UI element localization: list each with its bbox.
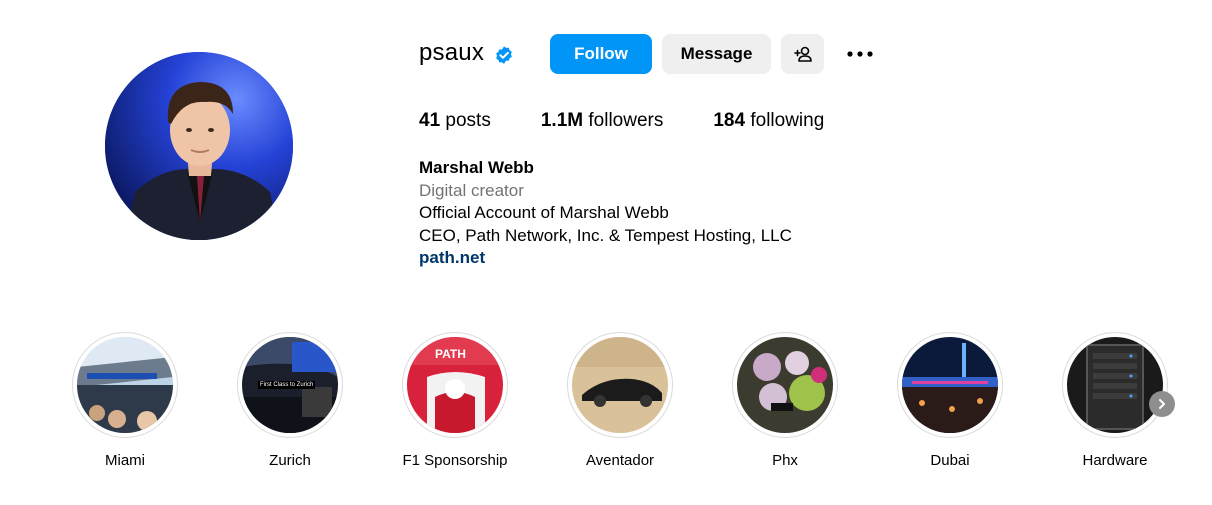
highlight-thumbnail	[77, 337, 173, 433]
following-count: 184	[713, 110, 746, 131]
profile-stats: 41 posts 1.1M followers 184 following	[419, 110, 874, 132]
bio-link[interactable]: path.net	[419, 247, 792, 270]
profile-username: psaux	[419, 39, 485, 66]
more-options-icon	[847, 51, 873, 57]
highlight-f1-sponsorship[interactable]: PATH F1 Sponsorship	[402, 332, 508, 469]
highlight-ring[interactable]: First Class to Zurich	[237, 332, 343, 438]
highlight-overlay-text: First Class to Zurich	[258, 381, 316, 389]
highlight-thumbnail	[902, 337, 998, 433]
highlight-overlay-text: PATH	[435, 347, 466, 361]
highlight-aventador[interactable]: Aventador	[567, 332, 673, 469]
followers-stat[interactable]: 1.1M followers	[541, 110, 664, 132]
followers-count: 1.1M	[540, 110, 584, 131]
highlight-label: Dubai	[930, 452, 970, 469]
chevron-right-icon	[1159, 399, 1165, 409]
highlight-label: Hardware	[1082, 452, 1148, 469]
highlight-label: Aventador	[585, 452, 655, 469]
highlight-ring[interactable]	[567, 332, 673, 438]
more-options-button[interactable]	[840, 42, 880, 66]
highlight-ring[interactable]	[1062, 332, 1168, 438]
bio-line-1: Official Account of Marshal Webb	[419, 203, 669, 222]
highlight-thumbnail	[737, 337, 833, 433]
profile-category: Digital creator	[419, 180, 524, 200]
highlight-label: Miami	[105, 452, 145, 469]
profile-bio: Marshal Webb Digital creator Official Ac…	[419, 157, 792, 270]
add-user-button[interactable]	[781, 34, 824, 74]
highlight-hardware[interactable]: Hardware	[1062, 332, 1168, 469]
profile-avatar[interactable]	[105, 52, 293, 240]
story-highlights: Miami First Class to Zurich Zurich PATH …	[72, 332, 1182, 482]
highlight-thumbnail	[572, 337, 668, 433]
highlight-phx[interactable]: Phx	[732, 332, 838, 469]
add-user-icon	[793, 46, 812, 62]
highlight-zurich[interactable]: First Class to Zurich Zurich	[237, 332, 343, 469]
highlight-miami[interactable]: Miami	[72, 332, 178, 469]
highlight-thumbnail: PATH	[407, 337, 503, 433]
highlight-ring[interactable]	[72, 332, 178, 438]
highlight-label: Zurich	[269, 452, 311, 469]
profile-full-name: Marshal Webb	[419, 158, 534, 177]
highlight-thumbnail	[1067, 337, 1163, 433]
follow-button[interactable]: Follow	[550, 34, 652, 74]
highlight-label: F1 Sponsorship	[402, 452, 508, 469]
posts-stat: 41 posts	[419, 110, 491, 132]
following-stat[interactable]: 184 following	[713, 110, 824, 132]
highlights-next-button[interactable]	[1149, 391, 1175, 417]
message-button[interactable]: Message	[662, 34, 771, 74]
highlight-dubai[interactable]: Dubai	[897, 332, 1003, 469]
highlight-ring[interactable]	[897, 332, 1003, 438]
followers-label: followers	[588, 110, 664, 131]
highlight-thumbnail: First Class to Zurich	[242, 337, 338, 433]
highlight-label: Phx	[772, 452, 798, 469]
posts-count: 41	[419, 110, 441, 131]
highlight-ring[interactable]	[732, 332, 838, 438]
following-label: following	[750, 110, 825, 131]
posts-label: posts	[445, 110, 491, 131]
verified-badge-icon	[496, 46, 512, 64]
bio-line-2: CEO, Path Network, Inc. & Tempest Hostin…	[419, 225, 792, 245]
profile-page: psaux Follow Message 41 posts 1.1M follo…	[0, 0, 1212, 505]
highlight-ring[interactable]: PATH	[402, 332, 508, 438]
